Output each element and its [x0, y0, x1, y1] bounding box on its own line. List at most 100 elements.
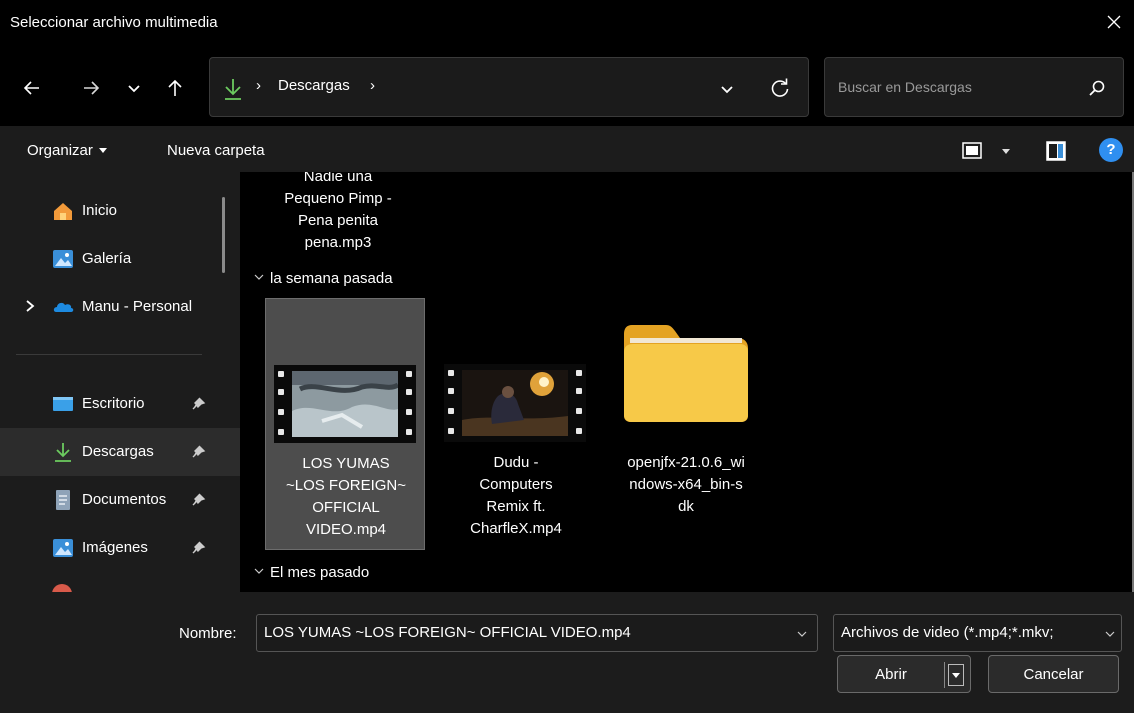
chevron-down-icon [128, 85, 140, 93]
sidebar-item-descargas[interactable]: Descargas [0, 428, 240, 476]
film-sprocket [278, 409, 284, 415]
sidebar-item-inicio[interactable]: Inicio [0, 187, 240, 235]
new-folder-button[interactable]: Nueva carpeta [167, 142, 265, 159]
view-options-icon[interactable] [960, 139, 984, 163]
desktop-icon [53, 397, 73, 411]
film-sprocket [576, 428, 582, 434]
chevron-down-icon [1105, 629, 1115, 639]
download-icon [55, 443, 71, 462]
gallery-icon [53, 250, 73, 268]
file-item-dudu-computers[interactable]: Dudu - Computers Remix ft. CharfleX.mp4 [436, 298, 596, 550]
film-sprocket [278, 389, 284, 395]
film-sprocket [278, 371, 284, 377]
cancel-button[interactable]: Cancelar [988, 655, 1119, 693]
film-sprocket [448, 388, 454, 394]
navigation-bar: › Descargas › Buscar en Descargas [0, 48, 1134, 126]
caret-down-icon [98, 147, 107, 153]
refresh-icon[interactable] [768, 76, 792, 100]
file-name-line: OFFICIAL [312, 499, 380, 516]
sidebar-item-documentos[interactable]: Documentos [0, 476, 240, 524]
file-name-line: Dudu - [493, 454, 539, 471]
file-item-openjfx-folder[interactable]: openjfx-21.0.6_wi ndows-x64_bin-s dk [606, 298, 766, 550]
download-icon [225, 79, 241, 100]
file-name-field[interactable]: LOS YUMAS ~LOS FOREIGN~ OFFICIAL VIDEO.m… [256, 614, 818, 652]
view-options-dropdown[interactable] [1002, 149, 1010, 154]
open-button-label: Abrir [875, 666, 907, 683]
sidebar-item-imagenes[interactable]: Imágenes [0, 524, 240, 572]
sidebar-item-label: Escritorio [82, 395, 145, 412]
search-input[interactable]: Buscar en Descargas [824, 57, 1124, 117]
pin-icon[interactable] [190, 492, 206, 508]
film-sprocket [406, 409, 412, 415]
address-bar[interactable]: › Descargas › [209, 57, 809, 117]
title-bar: Seleccionar archivo multimedia [0, 0, 1134, 48]
film-sprocket [448, 408, 454, 414]
chevron-down-icon [254, 274, 264, 280]
file-name-line: Pena penita [297, 212, 379, 229]
file-name: openjfx-21.0.6_wi ndows-x64_bin-s dk [606, 452, 766, 518]
search-placeholder: Buscar en Descargas [838, 79, 972, 95]
cancel-button-label: Cancelar [1023, 666, 1084, 683]
file-type-select[interactable]: Archivos de video (*.mp4;*.mkv; [833, 614, 1122, 652]
previous-file-name[interactable]: Nadie una Pequeno Pimp - Pena penita pen… [264, 172, 412, 254]
recent-locations-button[interactable] [116, 70, 152, 106]
group-header-last-month[interactable]: El mes pasado [254, 564, 369, 581]
sidebar-item-label: Inicio [82, 202, 118, 219]
file-name: LOS YUMAS ~LOS FOREIGN~ OFFICIAL VIDEO.m… [266, 453, 426, 541]
pin-icon[interactable] [190, 396, 206, 412]
film-sprocket [576, 408, 582, 414]
group-label: la semana pasada [270, 270, 393, 287]
chevron-down-icon [254, 568, 264, 574]
video-thumbnail [444, 364, 586, 442]
pin-icon[interactable] [190, 540, 206, 556]
file-name-value[interactable]: LOS YUMAS ~LOS FOREIGN~ OFFICIAL VIDEO.m… [264, 624, 631, 641]
file-name: Dudu - Computers Remix ft. CharfleX.mp4 [436, 452, 596, 540]
close-icon [1107, 15, 1121, 29]
forward-button[interactable] [73, 70, 109, 106]
partial-sidebar-item-icon [52, 584, 72, 592]
sidebar-item-manu-personal[interactable]: Manu - Personal [0, 283, 240, 331]
film-sprocket [576, 388, 582, 394]
pin-icon[interactable] [190, 444, 206, 460]
organize-label: Organizar [27, 142, 93, 159]
open-options-dropdown[interactable] [948, 664, 964, 686]
arrow-up-icon [168, 79, 182, 96]
arrow-left-icon [23, 81, 39, 95]
preview-pane-icon[interactable] [1044, 139, 1068, 163]
film-sprocket [406, 429, 412, 435]
video-frame-image [462, 370, 568, 436]
chevron-down-icon[interactable] [797, 629, 807, 639]
chevron-down-icon[interactable] [718, 80, 736, 98]
open-button[interactable]: Abrir [837, 655, 971, 693]
sidebar-item-label: Galería [82, 250, 132, 267]
file-name-line: openjfx-21.0.6_wi [627, 454, 745, 471]
breadcrumb-descargas[interactable]: Descargas [278, 77, 350, 94]
file-open-dialog: Seleccionar archivo multimedia › Descarg… [0, 0, 1134, 713]
sidebar-item-escritorio[interactable]: Escritorio [0, 380, 240, 428]
document-icon [56, 490, 70, 510]
arrow-right-icon [84, 81, 100, 95]
caret-down-icon [952, 673, 960, 678]
film-sprocket [448, 370, 454, 376]
file-name-label: Nombre: [179, 625, 237, 642]
split-divider [944, 662, 945, 688]
group-header-last-week[interactable]: la semana pasada [254, 270, 393, 287]
organize-menu[interactable]: Organizar [27, 142, 107, 159]
film-sprocket [406, 389, 412, 395]
file-name-line: VIDEO.mp4 [305, 521, 387, 538]
breadcrumb-separator[interactable]: › [256, 77, 261, 94]
sidebar-item-galeria[interactable]: Galería [0, 235, 240, 283]
video-frame-image [292, 371, 398, 437]
back-button[interactable] [14, 70, 50, 106]
help-icon[interactable]: ? [1099, 138, 1123, 162]
sidebar-item-label: Documentos [82, 491, 167, 508]
video-thumbnail [274, 365, 416, 443]
file-name-line: LOS YUMAS [302, 455, 390, 472]
breadcrumb-separator[interactable]: › [370, 77, 375, 94]
film-sprocket [576, 370, 582, 376]
up-button[interactable] [157, 70, 193, 106]
file-item-los-yumas[interactable]: LOS YUMAS ~LOS FOREIGN~ OFFICIAL VIDEO.m… [265, 298, 425, 550]
file-name-line: Pequeno Pimp - [284, 190, 392, 207]
close-button[interactable] [1100, 8, 1128, 36]
home-icon [54, 203, 72, 220]
